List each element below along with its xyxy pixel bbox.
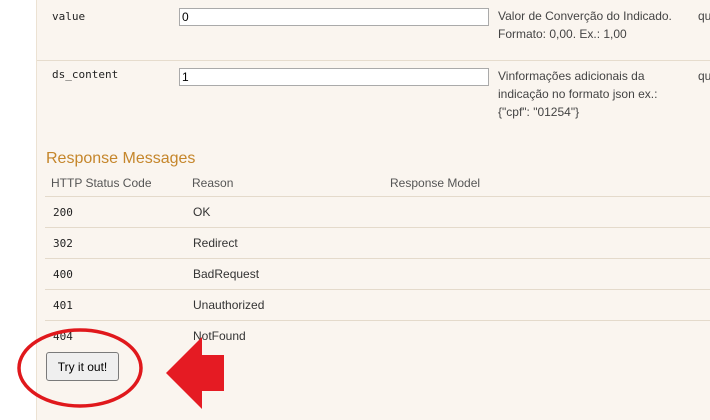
status-reason: NotFound xyxy=(193,329,246,343)
status-code: 400 xyxy=(53,268,73,281)
parameter-name: value xyxy=(52,10,86,23)
header-http-status-code: HTTP Status Code xyxy=(51,176,152,190)
status-code: 401 xyxy=(53,299,73,312)
response-row: 400 BadRequest xyxy=(45,258,710,290)
status-code: 404 xyxy=(53,330,73,343)
parameter-type: qu xyxy=(698,9,710,23)
parameter-description: Valor de Converção do Indicado. Formato:… xyxy=(498,7,693,43)
value-input[interactable] xyxy=(179,8,489,26)
status-reason: Unauthorized xyxy=(193,298,265,312)
description-line: Formato: 0,00. Ex.: 1,00 xyxy=(498,27,627,41)
response-row: 401 Unauthorized xyxy=(45,289,710,321)
operation-panel: value Valor de Converção do Indicado. Fo… xyxy=(36,0,710,420)
status-reason: OK xyxy=(193,205,211,219)
parameter-row-ds-content: ds_content Vinformações adicionais da in… xyxy=(37,60,710,130)
response-row: 302 Redirect xyxy=(45,227,710,259)
description-line: {"cpf": "01254"} xyxy=(498,105,580,119)
description-line: Valor de Converção do Indicado. xyxy=(498,9,672,23)
header-response-model: Response Model xyxy=(390,176,481,190)
status-reason: Redirect xyxy=(193,236,238,250)
response-row: 404 NotFound xyxy=(45,320,710,352)
parameter-row-value: value Valor de Converção do Indicado. Fo… xyxy=(37,0,710,61)
status-code: 200 xyxy=(53,206,73,219)
parameter-description: Vinformações adicionais da indicação no … xyxy=(498,67,693,121)
try-it-out-button[interactable]: Try it out! xyxy=(46,352,119,381)
description-line: indicação no formato json ex.: xyxy=(498,87,658,101)
header-reason: Reason xyxy=(192,176,234,190)
status-code: 302 xyxy=(53,237,73,250)
response-row: 200 OK xyxy=(45,196,710,228)
response-messages-title: Response Messages xyxy=(46,150,196,167)
status-reason: BadRequest xyxy=(193,267,260,281)
parameter-name: ds_content xyxy=(52,68,119,81)
description-line: Vinformações adicionais da xyxy=(498,69,645,83)
ds-content-input[interactable] xyxy=(179,68,489,86)
parameter-type: qu xyxy=(698,69,710,83)
